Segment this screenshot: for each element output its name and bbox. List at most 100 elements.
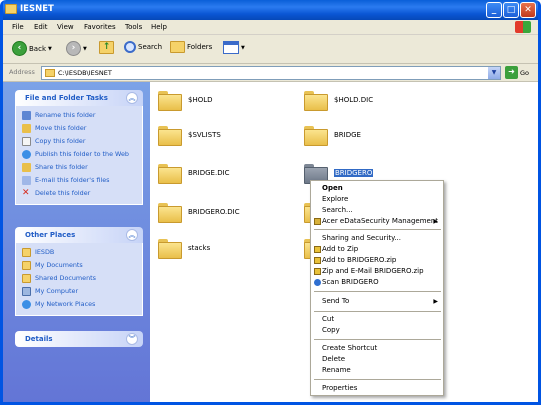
folder-item[interactable]: stacks bbox=[158, 239, 211, 259]
menu-edit[interactable]: Edit bbox=[34, 23, 48, 31]
close-button[interactable]: ✕ bbox=[520, 2, 536, 18]
folder-icon bbox=[158, 203, 182, 223]
folder-item[interactable]: BRIDGE.DIC bbox=[158, 164, 230, 184]
menu-file[interactable]: File bbox=[12, 23, 24, 31]
address-bar: Address C:\IESDB\IESNET ▼ ➜ Go bbox=[3, 64, 538, 82]
menu-item-acer-security[interactable]: Acer eDataSecurity Management ▶ bbox=[311, 216, 443, 227]
menu-item-add-to-bridgero-zip[interactable]: Add to BRIDGERO.zip bbox=[311, 255, 443, 266]
menu-item-sharing[interactable]: Sharing and Security... bbox=[311, 233, 443, 244]
folder-icon bbox=[304, 91, 328, 111]
go-arrow-icon: ➜ bbox=[505, 66, 518, 79]
menu-item-send-to[interactable]: Send To ▶ bbox=[311, 296, 443, 307]
submenu-arrow-icon: ▶ bbox=[433, 298, 438, 305]
menu-item-label: Scan BRIDGERO bbox=[322, 278, 379, 286]
place-my-documents[interactable]: My Documents bbox=[16, 259, 142, 272]
chevron-down-icon: ▼ bbox=[83, 45, 87, 52]
go-button[interactable]: ➜ Go bbox=[505, 66, 529, 79]
menu-item-zip-email[interactable]: Zip and E-Mail BRIDGERO.zip bbox=[311, 266, 443, 277]
panel-header[interactable]: Details ︾ bbox=[15, 331, 143, 347]
menu-view[interactable]: View bbox=[57, 23, 74, 31]
panel-title: Other Places bbox=[25, 231, 76, 239]
search-button[interactable]: Search bbox=[124, 41, 162, 53]
task-email[interactable]: E-mail this folder's files bbox=[16, 174, 142, 187]
folder-item[interactable]: $HOLD.DIC bbox=[304, 91, 374, 111]
folder-icon bbox=[5, 4, 17, 14]
collapse-icon[interactable]: ︽ bbox=[126, 92, 138, 104]
menu-item-search[interactable]: Search... bbox=[311, 205, 443, 216]
menu-item-copy[interactable]: Copy bbox=[311, 325, 443, 336]
rename-icon bbox=[22, 111, 31, 120]
windows-logo-icon bbox=[515, 21, 531, 33]
views-button[interactable]: ▼ bbox=[223, 41, 245, 54]
folder-name: BRIDGERO.DIC bbox=[188, 208, 240, 216]
folder-item[interactable]: BRIDGE bbox=[304, 126, 361, 146]
folder-name: BRIDGE bbox=[334, 131, 361, 139]
place-my-computer[interactable]: My Computer bbox=[16, 285, 142, 298]
back-button[interactable]: ‹ Back ▼ bbox=[12, 41, 52, 56]
delete-icon: ✕ bbox=[22, 188, 30, 198]
up-folder-icon: ↑ bbox=[99, 41, 114, 54]
folder-item[interactable]: $HOLD bbox=[158, 91, 213, 111]
network-icon bbox=[22, 300, 31, 309]
folder-icon bbox=[158, 239, 182, 259]
menu-item-create-shortcut[interactable]: Create Shortcut bbox=[311, 343, 443, 354]
folders-button[interactable]: Folders bbox=[170, 41, 212, 53]
folder-item[interactable]: BRIDGERO.DIC bbox=[158, 203, 240, 223]
menu-item-explore[interactable]: Explore bbox=[311, 194, 443, 205]
panel-body: IESDB My Documents Shared Documents My C… bbox=[15, 243, 143, 316]
folder-name: BRIDGE.DIC bbox=[188, 169, 230, 177]
menu-help[interactable]: Help bbox=[151, 23, 167, 31]
task-publish[interactable]: Publish this folder to the Web bbox=[16, 148, 142, 161]
menu-tools[interactable]: Tools bbox=[125, 23, 142, 31]
zip-icon bbox=[314, 257, 321, 264]
other-places-panel: Other Places ︽ IESDB My Documents Shared… bbox=[15, 227, 143, 316]
menu-item-scan[interactable]: Scan BRIDGERO bbox=[311, 277, 443, 288]
move-icon bbox=[22, 124, 31, 133]
task-move[interactable]: Move this folder bbox=[16, 122, 142, 135]
computer-icon bbox=[22, 287, 31, 296]
address-dropdown-button[interactable]: ▼ bbox=[488, 67, 500, 79]
forward-arrow-icon: › bbox=[66, 41, 81, 56]
shared-folder-icon bbox=[22, 274, 31, 283]
menu-item-rename[interactable]: Rename bbox=[311, 365, 443, 376]
task-rename[interactable]: Rename this folder bbox=[16, 109, 142, 122]
forward-button[interactable]: › ▼ bbox=[66, 41, 87, 56]
minimize-button[interactable]: _ bbox=[486, 2, 502, 18]
folder-item[interactable]: $SVLISTS bbox=[158, 126, 221, 146]
maximize-button[interactable]: □ bbox=[503, 2, 519, 18]
place-my-network[interactable]: My Network Places bbox=[16, 298, 142, 311]
back-arrow-icon: ‹ bbox=[12, 41, 27, 56]
folder-name: stacks bbox=[188, 244, 211, 252]
place-shared-documents[interactable]: Shared Documents bbox=[16, 272, 142, 285]
address-path: C:\IESDB\IESNET bbox=[58, 69, 112, 77]
expand-icon[interactable]: ︾ bbox=[126, 333, 138, 345]
folder-name: $HOLD bbox=[188, 96, 213, 104]
menu-separator bbox=[314, 339, 441, 340]
place-iesdb[interactable]: IESDB bbox=[16, 246, 142, 259]
task-copy[interactable]: Copy this folder bbox=[16, 135, 142, 148]
task-share[interactable]: Share this folder bbox=[16, 161, 142, 174]
title-bar[interactable]: IESNET _ □ ✕ bbox=[3, 0, 538, 20]
address-input[interactable]: C:\IESDB\IESNET ▼ bbox=[41, 66, 501, 80]
zip-email-icon bbox=[314, 268, 321, 275]
menu-item-open[interactable]: Open bbox=[311, 183, 443, 194]
folder-name: $HOLD.DIC bbox=[334, 96, 374, 104]
menu-item-add-to-zip[interactable]: Add to Zip bbox=[311, 244, 443, 255]
chevron-down-icon: ▼ bbox=[48, 45, 52, 52]
menu-item-delete[interactable]: Delete bbox=[311, 354, 443, 365]
details-panel: Details ︾ bbox=[15, 331, 143, 347]
panel-header[interactable]: File and Folder Tasks ︽ bbox=[15, 90, 143, 106]
context-menu: Open Explore Search... Acer eDataSecurit… bbox=[310, 180, 444, 396]
panel-header[interactable]: Other Places ︽ bbox=[15, 227, 143, 243]
address-label: Address bbox=[9, 68, 35, 76]
menu-favorites[interactable]: Favorites bbox=[84, 23, 116, 31]
panel-body: Rename this folder Move this folder Copy… bbox=[15, 106, 143, 205]
menu-item-cut[interactable]: Cut bbox=[311, 314, 443, 325]
task-delete[interactable]: ✕ Delete this folder bbox=[16, 187, 142, 200]
file-folder-tasks-panel: File and Folder Tasks ︽ Rename this fold… bbox=[15, 90, 143, 205]
up-folder-button[interactable]: ↑ bbox=[99, 41, 114, 54]
menu-item-properties[interactable]: Properties bbox=[311, 383, 443, 394]
menu-separator bbox=[314, 291, 441, 292]
collapse-icon[interactable]: ︽ bbox=[126, 229, 138, 241]
copy-icon bbox=[22, 137, 31, 146]
